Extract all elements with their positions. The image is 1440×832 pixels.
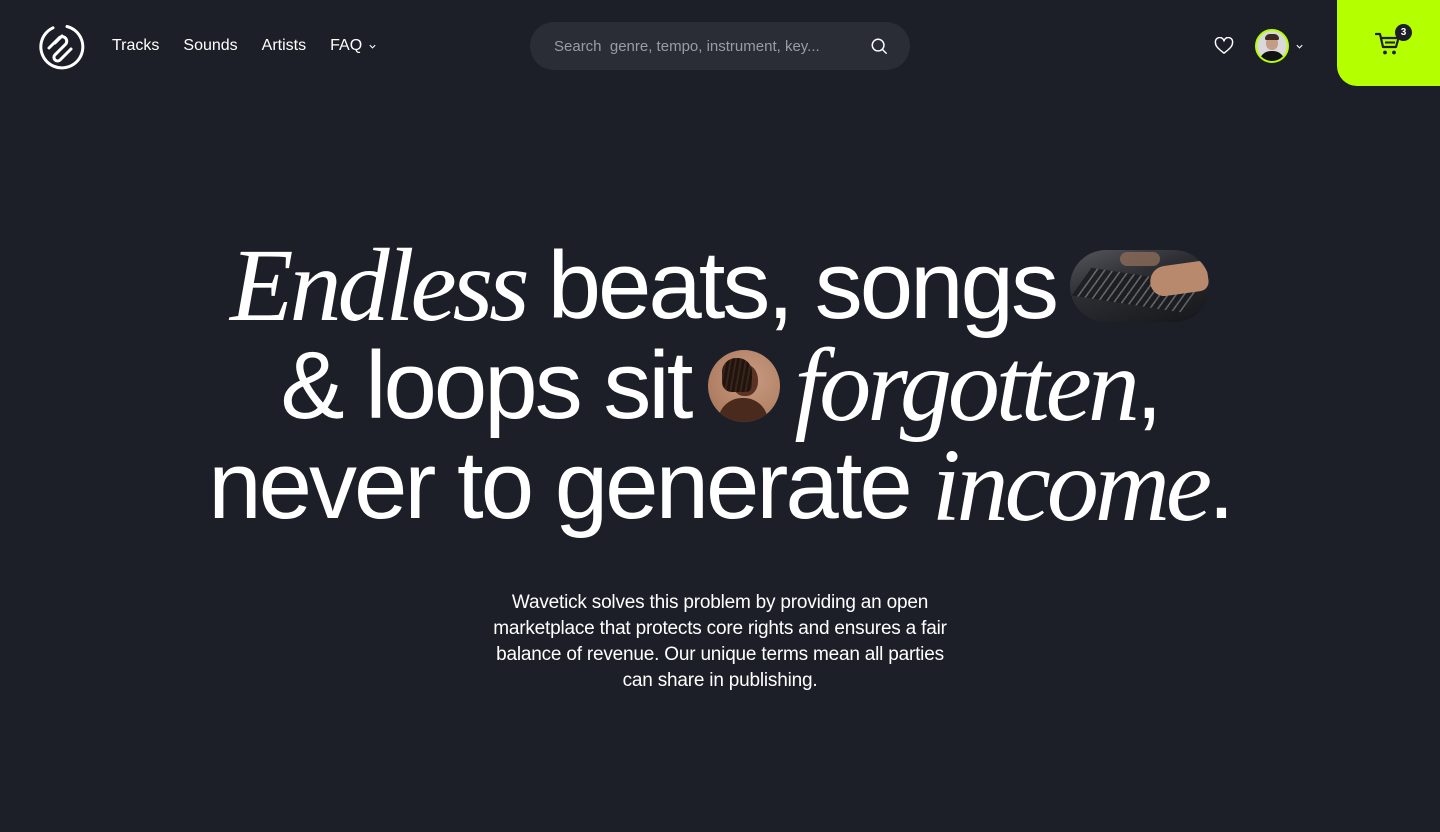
search-input[interactable]	[554, 37, 870, 55]
nav-item-tracks[interactable]: Tracks	[112, 36, 159, 56]
chevron-down-icon	[369, 44, 376, 49]
headline-line-1: Endless beats, songs	[0, 228, 1440, 343]
hero-section: Endless beats, songs & loops sit forgott…	[0, 228, 1440, 543]
headline-text: beats, songs	[547, 232, 1059, 339]
nav-item-label: Sounds	[183, 37, 238, 54]
nav-item-sounds[interactable]: Sounds	[183, 36, 237, 56]
headline-punctuation: .	[1208, 432, 1235, 539]
artist-portrait-photo	[708, 350, 781, 422]
search-bar	[530, 22, 910, 70]
main-nav: Tracks Sounds Artists FAQ	[112, 36, 377, 56]
nav-item-label: FAQ	[330, 37, 363, 54]
user-menu[interactable]	[1255, 29, 1304, 63]
hero-subtext: Wavetick solves this problem by providin…	[493, 592, 947, 691]
nav-item-faq[interactable]: FAQ	[330, 36, 377, 56]
headline-text: never to generate	[208, 432, 913, 539]
nav-item-label: Tracks	[112, 37, 160, 54]
nav-item-label: Artists	[261, 37, 307, 54]
headline-line-2: & loops sit forgotten ,	[0, 328, 1440, 443]
headline-italic-word: income	[931, 428, 1212, 543]
headline-italic-word: forgotten	[794, 328, 1139, 443]
paperclip-wave-logo-icon	[39, 25, 85, 70]
mixing-console-hands-photo	[1069, 250, 1210, 322]
search-icon[interactable]	[870, 37, 888, 55]
headline-line-3: never to generate income .	[0, 428, 1440, 543]
nav-item-artists[interactable]: Artists	[262, 36, 306, 56]
cart-count-badge: 3	[1395, 24, 1412, 41]
chevron-down-icon	[1296, 44, 1303, 49]
cart-button[interactable]: 3	[1337, 0, 1440, 86]
site-header: Tracks Sounds Artists FAQ 3	[0, 0, 1440, 92]
heart-icon[interactable]	[1214, 37, 1234, 55]
headline-text: & loops sit	[280, 332, 693, 439]
user-avatar	[1255, 29, 1289, 63]
headline-italic-word: Endless	[230, 228, 530, 343]
headline-punctuation: ,	[1135, 332, 1163, 439]
logo[interactable]	[35, 22, 85, 72]
hero-headline: Endless beats, songs & loops sit forgott…	[0, 228, 1440, 543]
